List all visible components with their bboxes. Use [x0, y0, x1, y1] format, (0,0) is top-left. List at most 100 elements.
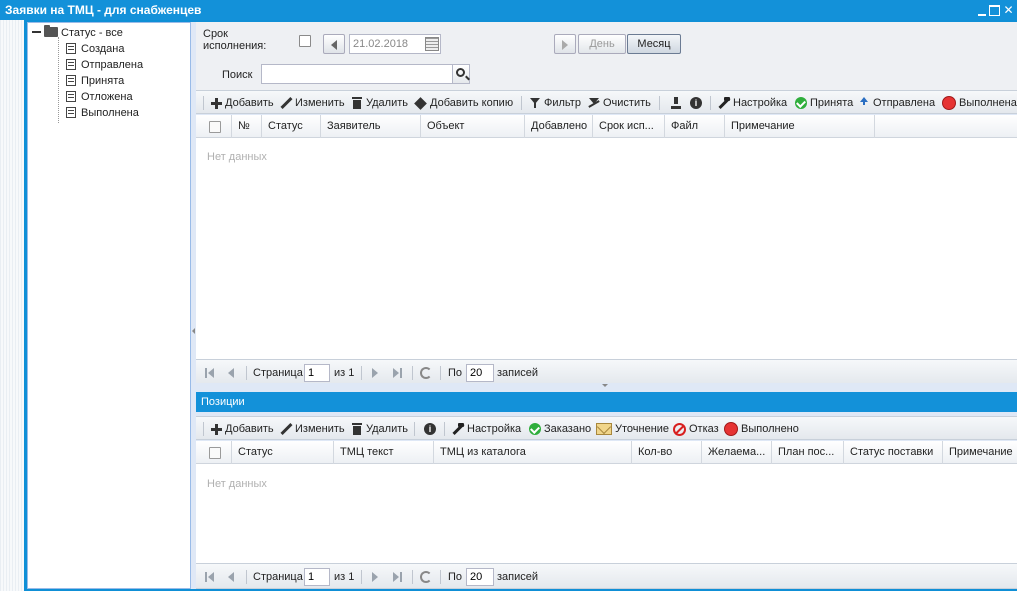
- wrench-icon: [718, 97, 730, 109]
- position-add-button[interactable]: Добавить: [210, 421, 274, 437]
- done-button[interactable]: Выполнена: [942, 95, 1017, 111]
- collapse-icon[interactable]: [32, 31, 41, 34]
- info-button[interactable]: i: [690, 95, 702, 111]
- first-page-icon[interactable]: [205, 570, 217, 584]
- deadline-checkbox[interactable]: [299, 35, 311, 47]
- prohibited-icon: [673, 422, 686, 436]
- page-size-label: По: [448, 367, 463, 379]
- tree-item-label: Выполнена: [81, 107, 139, 119]
- maximize-icon[interactable]: [989, 4, 1000, 16]
- add-button[interactable]: Добавить: [210, 95, 274, 111]
- tree-item-sent[interactable]: Отправлена: [66, 57, 143, 73]
- clarify-button[interactable]: Уточнение: [596, 421, 669, 437]
- deadline-filter-bar: Срок исполнения: 21.02.2018 День Месяц: [196, 22, 1017, 60]
- page-number-input[interactable]: [304, 364, 330, 382]
- column-header-status[interactable]: Статус: [262, 115, 321, 138]
- requests-pager: Страница из 1 По записей: [196, 359, 1017, 385]
- month-button[interactable]: Месяц: [627, 34, 681, 54]
- add-copy-button[interactable]: Добавить копию: [415, 95, 513, 111]
- select-all-column: [196, 115, 232, 138]
- position-done-button[interactable]: Выполнено: [724, 421, 799, 437]
- date-field[interactable]: 21.02.2018: [349, 34, 441, 54]
- page-number-input[interactable]: [304, 568, 330, 586]
- prev-page-icon[interactable]: [227, 366, 237, 380]
- envelope-icon: [596, 423, 612, 435]
- next-page-icon[interactable]: [371, 570, 381, 584]
- tree-item-label: Отправлена: [81, 59, 144, 71]
- settings-button[interactable]: Настройка: [718, 95, 787, 111]
- column-header-pos-note[interactable]: Примечание: [943, 441, 1017, 464]
- next-date-button[interactable]: [554, 34, 576, 54]
- tree-item-created[interactable]: Создана: [66, 41, 124, 57]
- plus-icon: [210, 423, 222, 435]
- day-button[interactable]: День: [578, 34, 626, 54]
- refuse-button[interactable]: Отказ: [673, 421, 719, 437]
- sent-button[interactable]: Отправлена: [858, 95, 935, 111]
- tree-item-postponed[interactable]: Отложена: [66, 89, 133, 105]
- column-header-file[interactable]: Файл: [665, 115, 725, 138]
- column-header-quantity[interactable]: Кол-во: [632, 441, 702, 464]
- positions-select-all-checkbox[interactable]: [209, 447, 221, 459]
- column-header-planned[interactable]: План пос...: [772, 441, 844, 464]
- collapse-down-icon[interactable]: [602, 384, 608, 387]
- edit-button[interactable]: Изменить: [280, 95, 345, 111]
- prev-date-button[interactable]: [323, 34, 345, 54]
- filter-button[interactable]: Фильтр: [529, 95, 581, 111]
- next-page-icon[interactable]: [371, 366, 381, 380]
- stop-circle-icon: [724, 422, 738, 436]
- column-header-pos-status[interactable]: Статус: [232, 441, 334, 464]
- last-page-icon[interactable]: [392, 366, 404, 380]
- refresh-icon[interactable]: [420, 571, 432, 583]
- calendar-icon[interactable]: [425, 37, 439, 51]
- page-size-label: По: [448, 571, 463, 583]
- column-header-number[interactable]: №: [232, 115, 262, 138]
- folder-icon: [44, 25, 58, 38]
- accepted-button[interactable]: Принята: [795, 95, 853, 111]
- first-page-icon[interactable]: [205, 366, 217, 380]
- tree-item-status-all[interactable]: Статус - все: [32, 25, 123, 41]
- close-icon[interactable]: ✕: [1003, 4, 1014, 16]
- positions-select-all-column: [196, 441, 232, 464]
- tree-item-label: Отложена: [81, 91, 133, 103]
- position-settings-button[interactable]: Настройка: [452, 421, 521, 437]
- select-all-checkbox[interactable]: [209, 121, 221, 133]
- horizontal-splitter[interactable]: [196, 383, 1017, 389]
- position-info-button[interactable]: i: [424, 421, 436, 437]
- column-header-note[interactable]: Примечание: [725, 115, 875, 138]
- column-header-tmc-catalog[interactable]: ТМЦ из каталога: [434, 441, 632, 464]
- export-button[interactable]: [670, 95, 682, 111]
- refresh-icon[interactable]: [420, 367, 432, 379]
- column-header-desired[interactable]: Желаема...: [702, 441, 772, 464]
- ordered-button[interactable]: Заказано: [529, 421, 591, 437]
- column-header-applicant[interactable]: Заявитель: [321, 115, 421, 138]
- column-header-added[interactable]: Добавлено: [525, 115, 593, 138]
- collapse-left-icon[interactable]: [192, 328, 195, 334]
- search-bar: Поиск: [196, 60, 1017, 90]
- page-size-input[interactable]: [466, 364, 494, 382]
- column-header-object[interactable]: Объект: [421, 115, 525, 138]
- column-header-tmc-text[interactable]: ТМЦ текст: [334, 441, 434, 464]
- minimize-icon[interactable]: [978, 9, 986, 16]
- page-count-label: из 1: [334, 571, 355, 583]
- page-label: Страница: [253, 571, 303, 583]
- funnel-icon: [529, 97, 541, 109]
- search-button[interactable]: [452, 64, 470, 84]
- positions-empty-message: Нет данных: [207, 478, 267, 490]
- search-input[interactable]: [261, 64, 453, 84]
- clear-filter-button[interactable]: Очистить: [588, 95, 651, 111]
- prev-page-icon[interactable]: [227, 570, 237, 584]
- delete-button[interactable]: Удалить: [351, 95, 408, 111]
- tree-item-done[interactable]: Выполнена: [66, 105, 139, 121]
- page-size-input[interactable]: [466, 568, 494, 586]
- column-header-delivery-status[interactable]: Статус поставки: [844, 441, 943, 464]
- position-delete-button[interactable]: Удалить: [351, 421, 408, 437]
- last-page-icon[interactable]: [392, 570, 404, 584]
- document-icon: [66, 58, 76, 70]
- trash-icon: [351, 97, 363, 109]
- positions-panel-title: Позиции: [196, 392, 1017, 412]
- position-edit-button[interactable]: Изменить: [280, 421, 345, 437]
- check-circle-icon: [529, 423, 541, 435]
- column-header-deadline[interactable]: Срок исп...: [593, 115, 665, 138]
- tree-item-accepted[interactable]: Принята: [66, 73, 124, 89]
- window-controls: ✕: [978, 0, 1014, 20]
